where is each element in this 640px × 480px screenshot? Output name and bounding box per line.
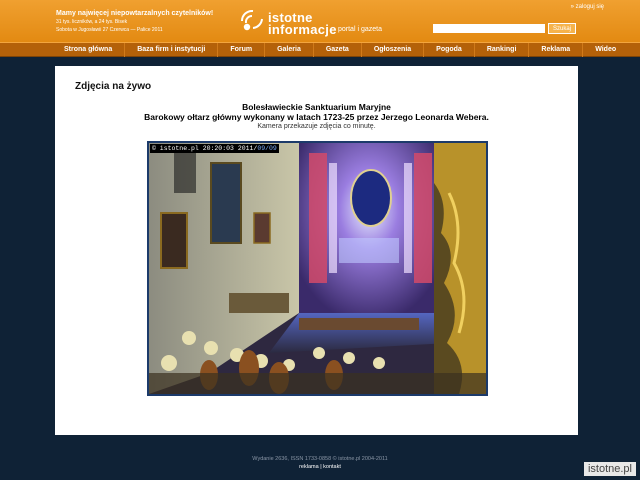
nav-item-advertising[interactable]: Reklama [528,43,582,57]
camera-timestamp-date: 09/09 [257,145,277,152]
nav-item-gallery[interactable]: Galeria [264,43,313,57]
logo-line-2: informacje [268,22,337,37]
tagline-title: Mamy najwięcej niepowtarzalnych czytelni… [56,10,214,17]
footer-links: reklama | kontakt [0,464,640,470]
nav-item-forum[interactable]: Forum [217,43,264,57]
footer-link-contact[interactable]: kontakt [323,464,341,470]
camera-timestamp: © istotne.pl 20:20:03 2011/09/09 [150,144,279,153]
live-camera-image[interactable]: © istotne.pl 20:20:03 2011/09/09 [147,141,488,396]
tagline-line-2: 31 tys. liczników, a 24 tys. Bisek [56,19,128,25]
watermark: istotne.pl [583,462,636,476]
church-interior-photo [149,143,486,394]
search-input[interactable] [433,24,545,33]
tagline-line-3: Sobota w Jugosławii 27 Czerwca — Palice … [56,27,163,33]
footer-link-advertising[interactable]: reklama [299,464,319,470]
nav-item-video[interactable]: Wideo [582,43,628,57]
logo-swirl-icon [240,9,263,31]
content-panel: Zdjęcia na żywo Bolesławieckie Sanktuari… [55,66,578,435]
headline-altar: Barokowy ołtarz główny wykonany w latach… [144,112,489,122]
main-navigation: Strona główna Baza firm i instytucji For… [0,42,640,57]
footer-separator: | [320,464,322,470]
header-bar: Mamy najwięcej niepowtarzalnych czytelni… [0,0,640,42]
nav-item-classifieds[interactable]: Ogłoszenia [360,43,423,57]
camera-timestamp-prefix: © istotne.pl 20:20:03 2011/ [152,145,258,152]
logo-subtitle: portal i gazeta [338,26,382,33]
login-link[interactable]: » zaloguj się [571,4,604,10]
page-title: Zdjęcia na żywo [75,81,152,92]
footer-edition-info: Wydanie 2636, ISSN 1733-0858 © istotne.p… [252,456,388,462]
nav-item-business-directory[interactable]: Baza firm i instytucji [124,43,217,57]
site-logo[interactable]: istotne informacje portal i gazeta [238,7,388,37]
camera-caption: Kamera przekazuje zdjęcia co minutę. [257,123,376,130]
search-button[interactable]: Szukaj [548,23,576,34]
headline-sanctuary: Bolesławieckie Sanktuarium Maryjne [242,102,391,112]
tagline: Mamy najwięcej niepowtarzalnych czytelni… [56,10,213,33]
nav-item-weather[interactable]: Pogoda [423,43,474,57]
nav-item-home[interactable]: Strona główna [52,43,124,57]
nav-item-rankings[interactable]: Rankingi [473,43,529,57]
nav-item-newspaper[interactable]: Gazeta [312,43,361,57]
